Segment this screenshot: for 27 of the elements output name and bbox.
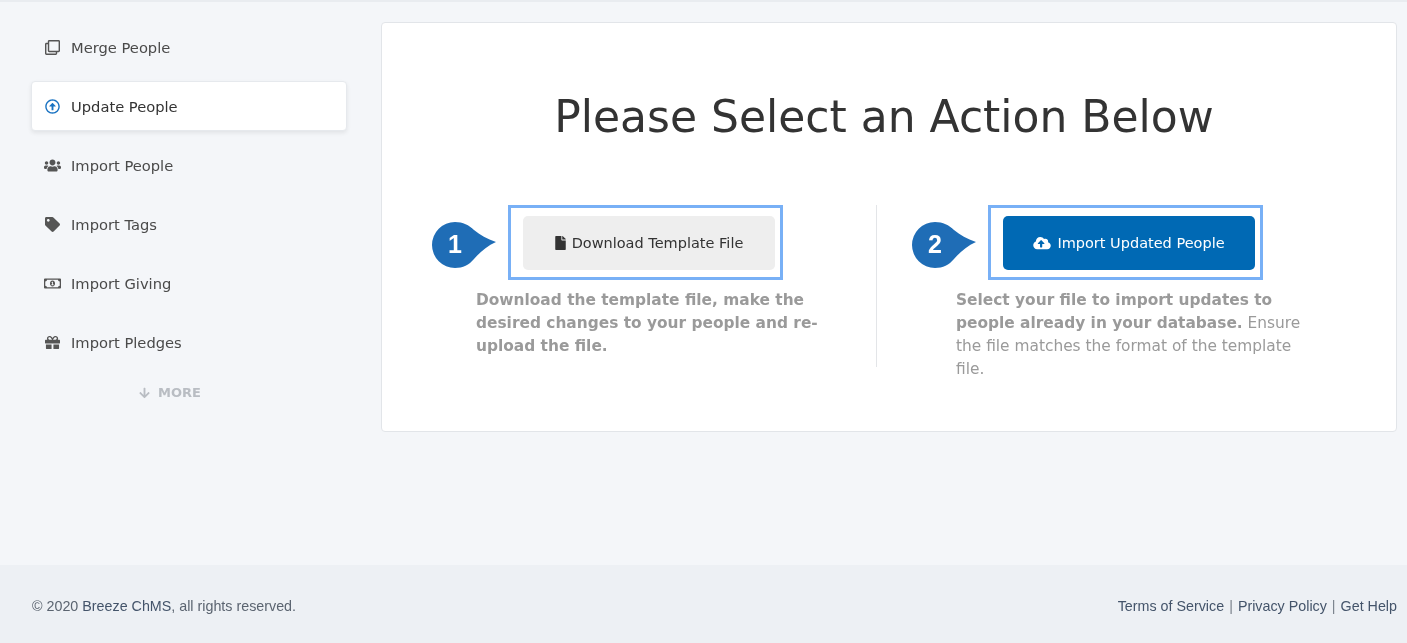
sidebar-item[interactable]: Update People: [31, 81, 347, 131]
arrow-down-icon: [139, 386, 151, 399]
footer-link[interactable]: Get Help: [1340, 598, 1397, 614]
cloud-upload-icon: [1033, 236, 1052, 250]
copyright-text: © 2020 Breeze ChMS, all rights reserved.: [32, 598, 297, 614]
step-marker: 1: [432, 221, 496, 268]
link-separator: |: [1229, 598, 1233, 614]
step-description: Download the template file, make the desired changes to your people and re-upload the file.: [476, 290, 819, 357]
tag-icon: [44, 216, 61, 232]
gift-icon: [44, 334, 61, 350]
page-title: Please Select an Action Below: [553, 90, 1215, 144]
step-marker: 2: [912, 221, 976, 268]
footer-link[interactable]: Privacy Policy: [1237, 598, 1327, 614]
sidebar-item[interactable]: Import Giving: [31, 258, 347, 308]
users-icon: [44, 157, 61, 173]
sidebar-item[interactable]: Merge People: [31, 22, 347, 72]
banknote-icon: [44, 275, 61, 291]
sidebar-item[interactable]: Import Pledges: [31, 317, 347, 367]
link-separator: |: [1331, 598, 1336, 614]
sidebar-item[interactable]: Import People: [31, 140, 347, 190]
sidebar-item[interactable]: Import Tags: [31, 199, 347, 249]
file-icon: [554, 236, 566, 250]
copy-icon: [44, 39, 61, 55]
step-description: Select your file to import updates to people already in your database. Ensure the file matches the format of the template file.: [956, 290, 1302, 380]
action-button[interactable]: Download Template File: [523, 216, 775, 270]
action-button[interactable]: Import Updated People: [1003, 216, 1255, 270]
footer-link[interactable]: Terms of Service: [1117, 598, 1225, 614]
